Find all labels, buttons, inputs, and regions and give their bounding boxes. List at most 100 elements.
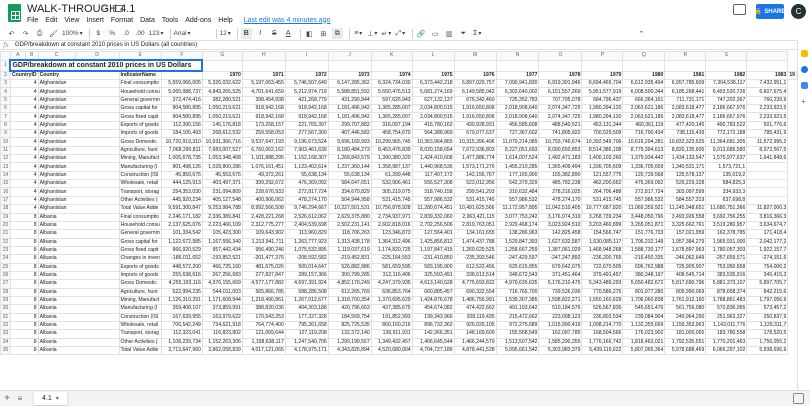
- cell[interactable]: 904,580,895: [160, 112, 203, 122]
- menu-view[interactable]: View: [64, 17, 79, 24]
- cell[interactable]: 8,020,158,654: [411, 145, 455, 156]
- text-color-button[interactable]: A: [283, 28, 294, 39]
- cell[interactable]: 2,526,612,062: [284, 212, 329, 222]
- cell[interactable]: 1,123,402,614: [284, 162, 329, 172]
- cell[interactable]: 612,522,456: [453, 262, 497, 272]
- cell[interactable]: Agriculture, hunt: [118, 145, 162, 156]
- column-header[interactable]: R: [664, 51, 707, 61]
- more-formats-select[interactable]: 123: [149, 28, 164, 39]
- cell[interactable]: 2,063,621,186: [622, 112, 666, 122]
- cell[interactable]: 10,299,965,745: [370, 137, 413, 147]
- row-header[interactable]: 31: [0, 312, 11, 322]
- cell[interactable]: -235,393,546: [453, 254, 497, 264]
- cell[interactable]: 2,083,618,477: [664, 104, 707, 114]
- row-header[interactable]: 12: [0, 154, 11, 164]
- cell[interactable]: Household consu: [118, 87, 162, 97]
- header-cell[interactable]: 19: [787, 70, 797, 80]
- cell[interactable]: Afghanistan: [37, 129, 120, 139]
- text-rotation-icon[interactable]: ⤢: [395, 28, 406, 39]
- cell[interactable]: 1,260,629,525: [453, 245, 497, 256]
- cell[interactable]: 637,698,8: [705, 195, 748, 206]
- cell[interactable]: 5,978,688,469: [664, 345, 707, 356]
- cell[interactable]: 6,303,640,002: [495, 87, 540, 97]
- cell[interactable]: 454,674,082: [411, 304, 455, 314]
- cell[interactable]: 11,280,674,451: [411, 204, 455, 214]
- cell[interactable]: 561,756,080: [664, 304, 707, 314]
- cell[interactable]: Albania: [37, 337, 120, 348]
- cell[interactable]: [581, 59, 624, 72]
- cell[interactable]: 1,364,312,496: [370, 237, 413, 247]
- cell[interactable]: 7,903,461,639: [284, 145, 329, 156]
- cell[interactable]: Exports of goods: [118, 262, 162, 272]
- cell[interactable]: 1,318,700,354: [327, 295, 372, 306]
- cell[interactable]: 462,200,662: [581, 179, 624, 189]
- borders-icon[interactable]: ⊞: [318, 28, 329, 39]
- row-header[interactable]: 1: [0, 59, 11, 72]
- cell[interactable]: 4,520,680,004: [370, 345, 413, 356]
- cell[interactable]: 416,780,162: [411, 120, 455, 131]
- cell[interactable]: 310,632,484: [495, 187, 540, 197]
- cell[interactable]: 1,181,496,942: [327, 112, 372, 122]
- cell[interactable]: Gross fixed capit: [118, 112, 162, 122]
- cell[interactable]: 1,573,171,276: [453, 162, 497, 172]
- cell[interactable]: Albania: [37, 329, 120, 339]
- row-header[interactable]: 27: [0, 279, 11, 289]
- cell[interactable]: 690,322,554: [453, 287, 497, 297]
- cell[interactable]: 5,650,482,672: [622, 279, 666, 289]
- cell[interactable]: 383,535,916: [705, 270, 748, 281]
- cell[interactable]: 437,385,675: [370, 304, 413, 314]
- cell[interactable]: 264,706,488: [581, 187, 624, 197]
- redo-icon[interactable]: ↷: [20, 28, 31, 39]
- cell[interactable]: 460,361,119: [622, 120, 666, 131]
- cell[interactable]: Transport, storag: [118, 187, 162, 197]
- cell[interactable]: 901,498,126: [160, 162, 203, 172]
- cell[interactable]: [201, 59, 243, 72]
- cell[interactable]: 421,268,779: [284, 95, 329, 106]
- cell[interactable]: 268,612,532: [201, 129, 243, 139]
- strikethrough-button[interactable]: S: [269, 28, 280, 39]
- row-header[interactable]: 2: [0, 70, 11, 80]
- cell[interactable]: 4,613,140,528: [411, 279, 455, 289]
- cell[interactable]: [538, 59, 583, 72]
- cell[interactable]: 45,553,676: [201, 170, 243, 181]
- cell[interactable]: -201,477,376: [241, 254, 286, 264]
- cell[interactable]: 334,933,3: [705, 187, 748, 197]
- cell[interactable]: 305,219,075: [370, 187, 413, 197]
- cell[interactable]: 1,358,987,137: [370, 162, 413, 172]
- undo-icon[interactable]: ↶: [6, 28, 17, 39]
- add-ons-plus-icon[interactable]: +: [801, 98, 808, 106]
- cell[interactable]: 1,788,861,483: [705, 295, 748, 306]
- cell[interactable]: 5,807,065,364: [622, 345, 666, 356]
- cell[interactable]: 1,627,632,587: [538, 237, 583, 247]
- cell[interactable]: 382,280,521: [201, 95, 243, 106]
- header-cell[interactable]: IndicatorName: [118, 70, 162, 80]
- comments-icon[interactable]: [733, 4, 746, 15]
- cell[interactable]: Afghanistan: [37, 162, 120, 172]
- cell[interactable]: 5,817,690,796: [664, 279, 707, 289]
- cell[interactable]: 612,265,769: [327, 287, 372, 297]
- cell[interactable]: 5,938,696,9: [746, 345, 789, 356]
- cell[interactable]: General governm: [118, 95, 162, 106]
- cell[interactable]: 4: [9, 129, 39, 139]
- cell[interactable]: 2,233,923,5: [746, 104, 789, 114]
- cell[interactable]: 4: [9, 87, 39, 97]
- cell[interactable]: 9,537,647,193: [241, 137, 286, 147]
- cell[interactable]: 1,258,667,259: [495, 245, 540, 256]
- cell[interactable]: 1,529,847,393: [495, 237, 540, 247]
- cell[interactable]: 1,365,285,007: [370, 112, 413, 122]
- cell[interactable]: 3,448,050,796: [622, 212, 666, 222]
- cell[interactable]: 208,119,435: [453, 312, 497, 322]
- cell[interactable]: 3,862,058,839: [201, 345, 243, 356]
- title-cell[interactable]: GDP/breakdown at constant 2010 prices in…: [9, 59, 204, 72]
- cell[interactable]: 8,514,386,108: [581, 145, 624, 156]
- cell[interactable]: 725,905,907: [664, 262, 707, 272]
- cell[interactable]: [746, 59, 789, 72]
- cell[interactable]: Gross fixed capit: [118, 245, 162, 256]
- cell[interactable]: 1,299,199,567: [327, 337, 372, 348]
- cell[interactable]: 532,906,461: [370, 179, 413, 189]
- cell[interactable]: Albania: [37, 279, 120, 289]
- cell[interactable]: 1,181,496,942: [327, 104, 372, 114]
- cell[interactable]: 3,203,460,899: [581, 220, 624, 231]
- cell[interactable]: 6,008,500,344: [622, 87, 666, 97]
- cell[interactable]: 9,746,294,667: [284, 204, 329, 214]
